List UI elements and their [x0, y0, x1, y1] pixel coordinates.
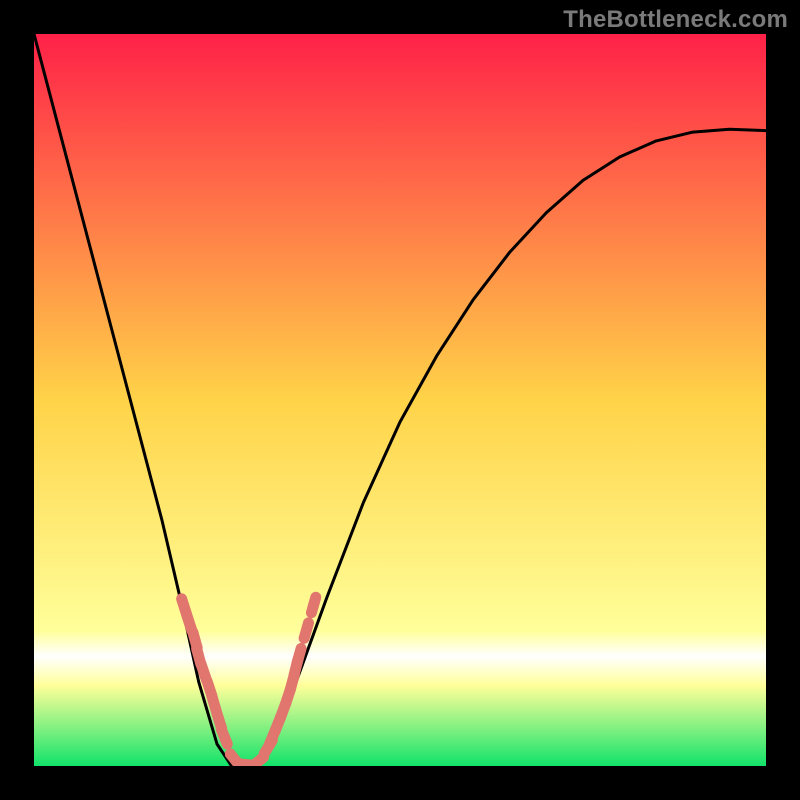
marker-point [311, 597, 315, 612]
plot-background [34, 34, 766, 766]
chart-frame: TheBottleneck.com [0, 0, 800, 800]
marker-point [297, 649, 301, 664]
watermark-text: TheBottleneck.com [563, 6, 788, 34]
bottleneck-plot [34, 34, 766, 766]
marker-point [221, 729, 227, 744]
marker-point [304, 623, 308, 638]
